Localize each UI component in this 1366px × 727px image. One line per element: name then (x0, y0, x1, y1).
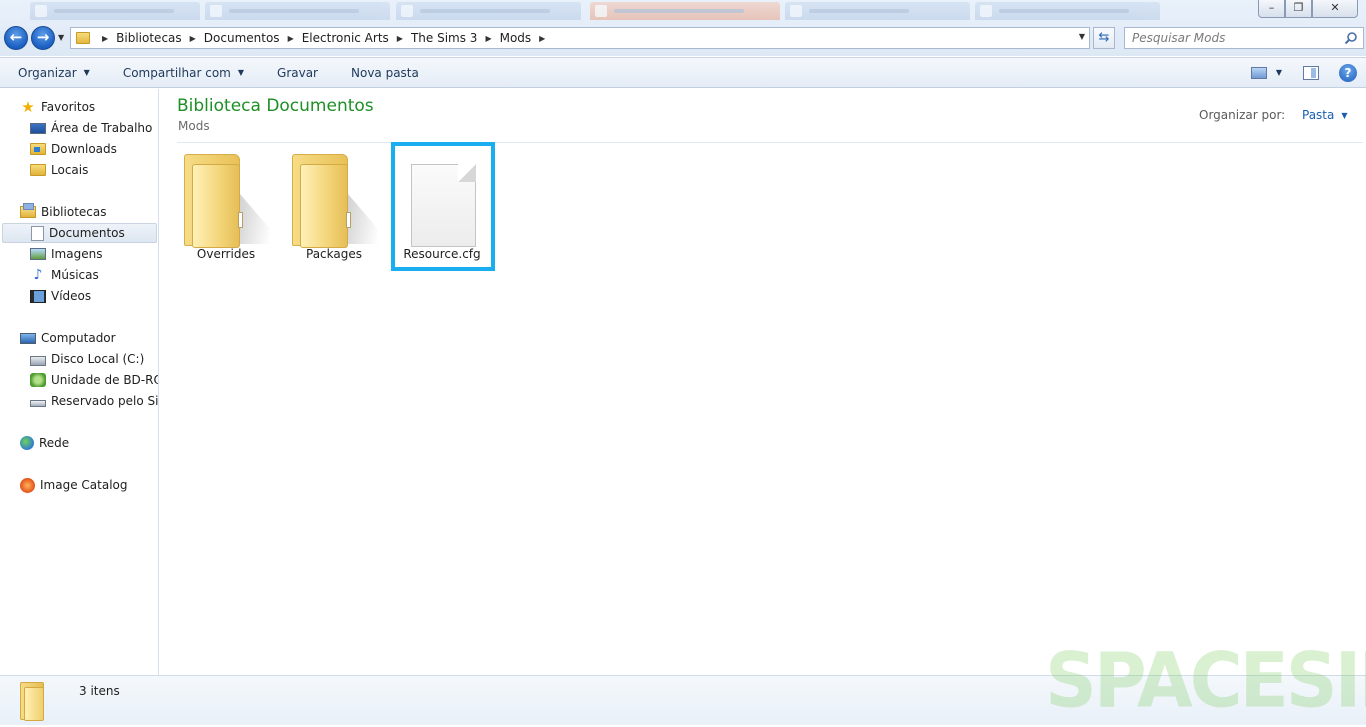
view-options-dropdown[interactable]: ▼ (1276, 68, 1282, 77)
command-bar: Organizar ▼ Compartilhar com ▼ Gravar Nova… (0, 57, 1366, 88)
sidebar-libraries[interactable]: Bibliotecas (20, 202, 106, 222)
search-icon[interactable] (1344, 31, 1358, 45)
forward-button[interactable]: → (31, 26, 55, 50)
library-subtitle: Mods (178, 119, 210, 133)
change-view-icon[interactable] (1250, 66, 1267, 79)
chevron-down-icon: ▼ (83, 68, 90, 77)
background-tab[interactable] (205, 2, 390, 20)
pictures-icon (30, 248, 46, 260)
hard-drive-icon (30, 356, 46, 366)
watermark-logo: SPACESIMS (1045, 635, 1366, 725)
arrange-by-label: Organizar por: (1199, 108, 1286, 122)
breadcrumb-root-arrow[interactable]: ▶ (94, 28, 116, 48)
sidebar-item-videos[interactable]: Vídeos (30, 286, 91, 306)
image-catalog-icon (20, 477, 35, 493)
arrow-right-icon: → (36, 28, 50, 46)
desktop-icon (30, 122, 46, 134)
file-list-pane: Biblioteca Documentos Mods Organizar por… (160, 89, 1366, 675)
chevron-right-icon: ▶ (102, 33, 109, 43)
computer-icon (20, 332, 36, 344)
music-note-icon: ♪ (33, 267, 43, 283)
back-button[interactable]: ← (4, 26, 28, 50)
breadcrumb-item-current[interactable]: Mods ▶ (500, 28, 554, 48)
background-taskbar-tabs (0, 0, 1366, 22)
arrange-by-dropdown[interactable]: Pasta ▼ (1302, 108, 1348, 122)
bd-rom-drive-icon (30, 373, 46, 387)
maximize-button[interactable]: ❐ (1285, 0, 1312, 18)
file-item-resource-cfg[interactable]: Resource.cfg (392, 149, 492, 269)
chevron-right-icon[interactable]: ▶ (397, 34, 403, 43)
share-with-menu[interactable]: Compartilhar com ▼ (105, 58, 259, 87)
item-count: 3 itens (79, 684, 120, 698)
chevron-right-icon[interactable]: ▶ (485, 34, 491, 43)
refresh-icon: ⇆ (1098, 30, 1110, 45)
search-input[interactable] (1125, 28, 1335, 48)
sidebar-item-bd-rom[interactable]: Unidade de BD-ROM (30, 370, 158, 390)
window-controls: – ❐ ✕ (1258, 0, 1358, 18)
chevron-right-icon[interactable]: ▶ (288, 34, 294, 43)
navigation-pane: ★ Favoritos Área de Trabalho Downloads Lo… (0, 89, 159, 675)
background-tab[interactable] (30, 2, 200, 20)
folder-item-packages[interactable]: Packages (284, 149, 384, 269)
drive-icon (30, 400, 46, 407)
help-icon[interactable]: ? (1339, 63, 1357, 82)
sidebar-item-system-reserved[interactable]: Reservado pelo Sistema (30, 391, 158, 411)
chevron-down-icon: ▼ (237, 68, 245, 77)
recent-pages-dropdown[interactable]: ▼ (58, 33, 64, 42)
film-icon (30, 289, 46, 303)
background-tab-active[interactable] (590, 2, 780, 20)
sidebar-computer[interactable]: Computador (20, 328, 116, 348)
chevron-right-icon[interactable]: ▶ (190, 34, 196, 43)
network-globe-icon (20, 436, 34, 450)
refresh-button[interactable]: ⇆ (1093, 27, 1115, 49)
star-icon: ★ (21, 98, 35, 116)
address-history-dropdown[interactable]: ▼ (1079, 32, 1085, 41)
folder-icon (292, 154, 378, 250)
breadcrumb-item[interactable]: Bibliotecas ▶ (116, 28, 204, 48)
sidebar-item-documents[interactable]: Documentos (2, 223, 157, 243)
folder-icon (184, 154, 270, 250)
minimize-button[interactable]: – (1258, 0, 1285, 18)
file-name: Resource.cfg (403, 247, 481, 261)
burn-button[interactable]: Gravar (259, 58, 333, 87)
window-chrome: – ❐ ✕ ← → ▼ ▶ Bibliotecas ▶ Documentos ▶ E… (0, 0, 1366, 56)
sidebar-item-music[interactable]: ♪ Músicas (30, 265, 99, 285)
downloads-folder-icon (30, 143, 46, 155)
sidebar-item-desktop[interactable]: Área de Trabalho (30, 118, 152, 138)
sidebar-item-downloads[interactable]: Downloads (30, 139, 117, 159)
search-box[interactable] (1124, 27, 1364, 49)
chevron-down-icon: ▼ (1341, 110, 1348, 120)
breadcrumb-item[interactable]: The Sims 3 ▶ (411, 28, 500, 48)
recent-places-icon (30, 164, 46, 176)
sidebar-image-catalog[interactable]: Image Catalog (20, 475, 127, 495)
folder-icon (76, 32, 90, 44)
page-fold-icon (458, 164, 476, 182)
preview-pane-icon[interactable] (1303, 65, 1319, 80)
arrow-left-icon: ← (9, 28, 23, 46)
command-bar-right: ▼ ? (1250, 58, 1366, 87)
new-folder-button[interactable]: Nova pasta (333, 58, 434, 87)
breadcrumb-item[interactable]: Electronic Arts ▶ (302, 28, 411, 48)
chevron-right-icon[interactable]: ▶ (539, 34, 545, 43)
header-divider (177, 142, 1363, 143)
sidebar-favorites[interactable]: ★ Favoritos (20, 97, 95, 117)
breadcrumb-item[interactable]: Documentos ▶ (204, 28, 302, 48)
address-bar[interactable]: ▶ Bibliotecas ▶ Documentos ▶ Electronic Ar… (70, 27, 1090, 49)
background-tab[interactable] (975, 2, 1160, 20)
library-title: Biblioteca Documentos (177, 96, 374, 116)
document-icon (31, 225, 44, 241)
folder-item-overrides[interactable]: Overrides (176, 149, 276, 269)
folder-icon (20, 682, 52, 722)
sidebar-item-pictures[interactable]: Imagens (30, 244, 102, 264)
sidebar-item-local-disk[interactable]: Disco Local (C:) (30, 349, 144, 369)
sidebar-item-recent-places[interactable]: Locais (30, 160, 88, 180)
libraries-icon (20, 203, 36, 218)
background-tab[interactable] (396, 2, 581, 20)
file-name: Packages (306, 247, 362, 261)
background-tab[interactable] (785, 2, 970, 20)
sidebar-network[interactable]: Rede (20, 433, 69, 453)
close-button[interactable]: ✕ (1312, 0, 1358, 18)
file-name: Overrides (196, 247, 256, 261)
organize-menu[interactable]: Organizar ▼ (0, 58, 105, 87)
